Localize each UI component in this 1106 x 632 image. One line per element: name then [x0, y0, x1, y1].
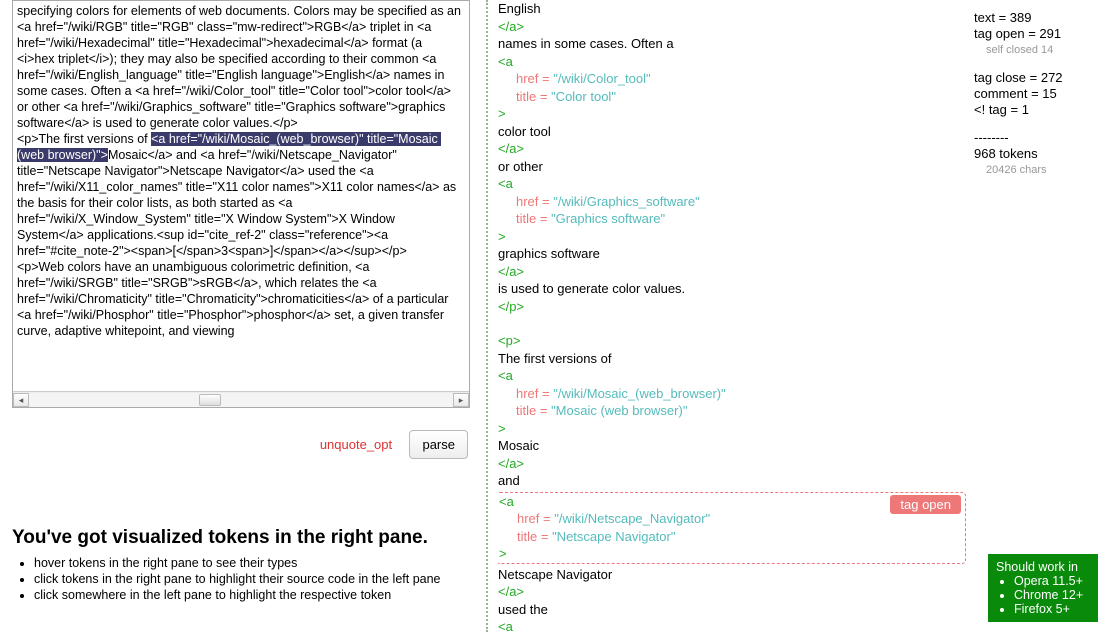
token-tagopen[interactable]: <a	[498, 618, 966, 632]
stat-line: 968 tokens	[974, 146, 1094, 162]
horizontal-scrollbar[interactable]: ◂ ▸	[13, 391, 469, 407]
token-text[interactable]: English	[498, 0, 966, 18]
token-val[interactable]: "/wiki/Color_tool"	[553, 71, 650, 86]
token-text[interactable]: is used to generate color values.	[498, 280, 966, 298]
token-pane[interactable]: English </a> names in some cases. Often …	[498, 0, 966, 632]
token-attr[interactable]: href	[516, 194, 538, 209]
pane-divider	[486, 0, 488, 632]
source-editor[interactable]: specifying colors for elements of web do…	[13, 1, 469, 393]
stat-line: text = 389	[974, 10, 1094, 26]
compat-item: Chrome 12+	[1014, 588, 1090, 602]
token-tagopen[interactable]: <a	[498, 175, 966, 193]
compat-item: Opera 11.5+	[1014, 574, 1090, 588]
parse-button[interactable]: parse	[409, 430, 468, 459]
token-tagclose[interactable]: </p>	[498, 298, 966, 316]
token-text[interactable]: and	[498, 472, 966, 490]
token-attr[interactable]: title	[516, 403, 536, 418]
token-tagclose[interactable]: </a>	[498, 263, 966, 281]
token-attr[interactable]: title	[516, 211, 536, 226]
token-val[interactable]: "Mosaic (web browser)"	[551, 403, 687, 418]
stat-line: tag close = 272	[974, 70, 1094, 86]
help-item: click tokens in the right pane to highli…	[34, 571, 470, 587]
token-text[interactable]: Netscape Navigator	[498, 566, 966, 584]
stat-sep: --------	[974, 130, 1094, 146]
stats-panel: text = 389 tag open = 291 self closed 14…	[974, 10, 1094, 178]
token-attr[interactable]: title	[516, 89, 536, 104]
src-after: Mosaic</a> and <a href="/wiki/Netscape_N…	[17, 148, 460, 338]
token-gt[interactable]: >	[498, 105, 966, 123]
left-pane: specifying colors for elements of web do…	[12, 0, 470, 603]
token-text[interactable]: The first versions of	[498, 350, 966, 368]
controls-row: unquote_opt parse	[12, 430, 470, 459]
src-before: specifying colors for elements of web do…	[17, 4, 464, 146]
token-val[interactable]: "Graphics software"	[551, 211, 665, 226]
token-text[interactable]: graphics software	[498, 245, 966, 263]
token-gt[interactable]: >	[499, 545, 963, 563]
token-text[interactable]: or other	[498, 158, 966, 176]
token-tagopen[interactable]: <a	[498, 367, 966, 385]
unquote-link[interactable]: unquote_opt	[320, 437, 392, 452]
scroll-left-arrow-icon[interactable]: ◂	[13, 393, 29, 407]
help-item: hover tokens in the right pane to see th…	[34, 555, 470, 571]
stat-line: <! tag = 1	[974, 102, 1094, 118]
token-val[interactable]: "/wiki/Mosaic_(web_browser)"	[553, 386, 726, 401]
source-editor-wrap: specifying colors for elements of web do…	[12, 0, 470, 408]
token-gt[interactable]: >	[498, 228, 966, 246]
token-val[interactable]: "Color tool"	[551, 89, 616, 104]
token-gt[interactable]: >	[498, 420, 966, 438]
token-tagclose[interactable]: </a>	[498, 455, 966, 473]
token-val[interactable]: "/wiki/Graphics_software"	[553, 194, 700, 209]
help-item: click somewhere in the left pane to high…	[34, 587, 470, 603]
token-val[interactable]: "/wiki/Netscape_Navigator"	[554, 511, 710, 526]
token-text[interactable]: Mosaic	[498, 437, 966, 455]
token-text[interactable]: names in some cases. Often a	[498, 35, 966, 53]
hovered-token[interactable]: tag open <a href = "/wiki/Netscape_Navig…	[498, 492, 966, 564]
help-title: You've got visualized tokens in the righ…	[12, 527, 470, 549]
token-attr[interactable]: href	[516, 386, 538, 401]
token-tagclose[interactable]: </a>	[498, 140, 966, 158]
stat-line: comment = 15	[974, 86, 1094, 102]
compat-item: Firefox 5+	[1014, 602, 1090, 616]
token-attr[interactable]: href	[516, 71, 538, 86]
stat-line: tag open = 291	[974, 26, 1094, 42]
token-val[interactable]: "Netscape Navigator"	[552, 529, 675, 544]
compat-badge: Should work in Opera 11.5+ Chrome 12+ Fi…	[988, 554, 1098, 622]
token-attr[interactable]: href	[517, 511, 539, 526]
token-tagclose[interactable]: </a>	[498, 583, 966, 601]
stat-subline: 20426 chars	[974, 162, 1094, 178]
help-section: You've got visualized tokens in the righ…	[12, 527, 470, 603]
stat-subline: self closed 14	[974, 42, 1094, 58]
scroll-right-arrow-icon[interactable]: ▸	[453, 393, 469, 407]
token-text[interactable]: color tool	[498, 123, 966, 141]
token-attr[interactable]: title	[517, 529, 537, 544]
token-text[interactable]: used the	[498, 601, 966, 619]
token-tagopen[interactable]: <p>	[498, 332, 966, 350]
compat-title: Should work in	[996, 560, 1090, 574]
scroll-thumb[interactable]	[199, 394, 221, 406]
token-tagclose[interactable]: </a>	[498, 18, 966, 36]
scroll-track[interactable]	[29, 393, 453, 407]
token-tagopen[interactable]: <a	[498, 53, 966, 71]
token-type-badge: tag open	[890, 495, 961, 515]
